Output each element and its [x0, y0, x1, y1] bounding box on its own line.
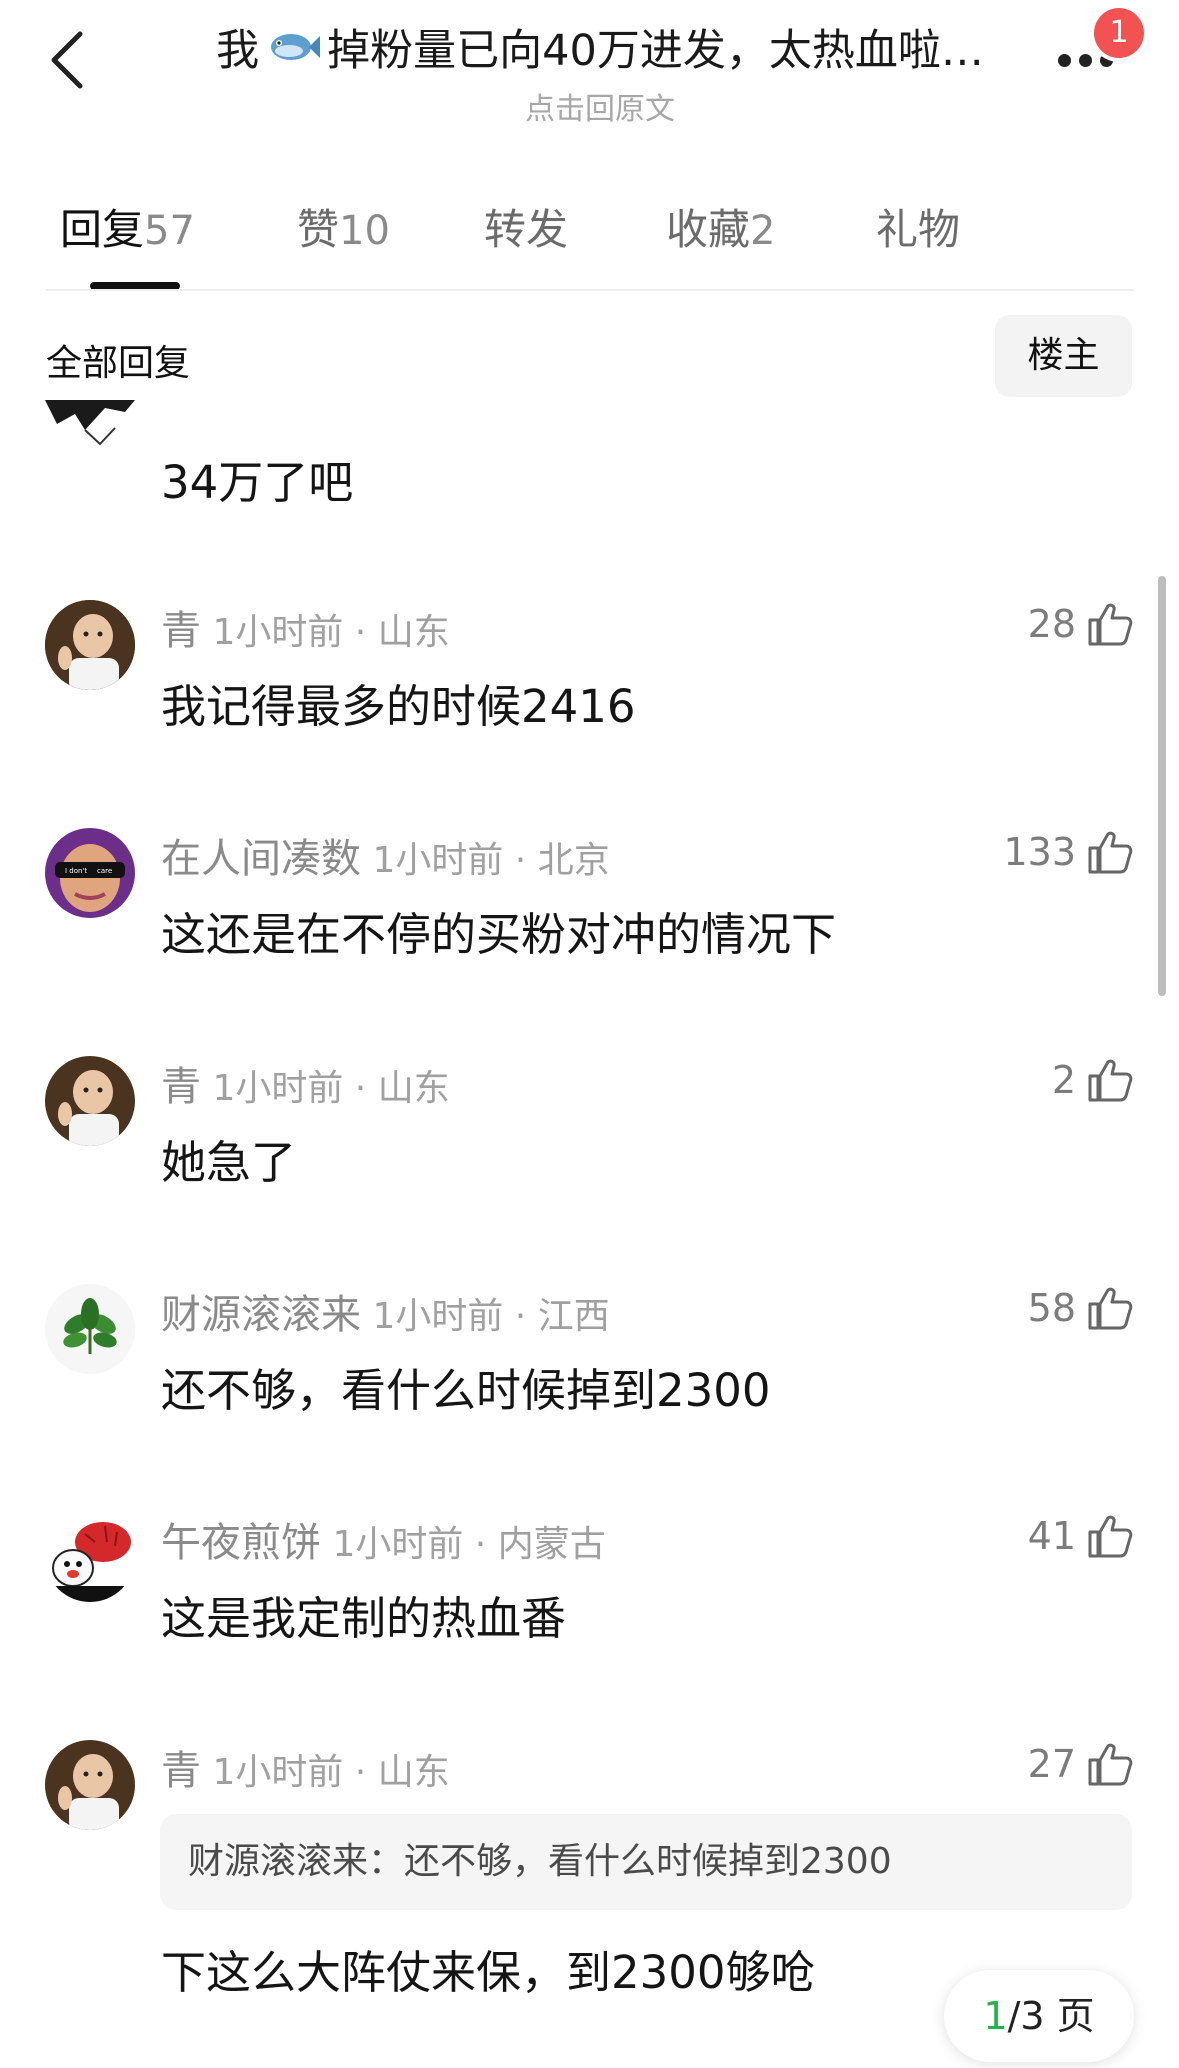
username[interactable]: 午夜煎饼 [161, 1520, 321, 1566]
username[interactable]: 财源滚滚来 [161, 1292, 361, 1338]
avatar[interactable] [45, 1056, 135, 1146]
divider [46, 289, 1134, 291]
avatar[interactable] [45, 1512, 135, 1602]
comment-text: 她急了 [161, 1136, 297, 1189]
username[interactable]: 青 [161, 1064, 201, 1110]
tab-likes[interactable]: 赞10 [297, 196, 390, 257]
comment-meta: 财源滚滚来 1小时前 · 江西 [161, 1292, 610, 1338]
tab-favorites[interactable]: 收藏2 [666, 196, 775, 257]
svg-text:care: care [97, 867, 112, 875]
like-button[interactable]: 58 [1028, 1284, 1134, 1332]
avatar[interactable]: I don't care [45, 828, 135, 918]
thumbs-up-icon [1088, 1059, 1133, 1102]
tab-reposts[interactable]: 转发 [484, 196, 568, 257]
comment-meta: 青 1小时前 · 山东 [161, 1064, 450, 1110]
like-button[interactable]: 41 [1028, 1512, 1134, 1560]
username[interactable]: 青 [161, 1748, 201, 1794]
thumbs-up-icon [1088, 1743, 1133, 1786]
post-title: 我 掉粉量已向40万进发，太热血啦… [216, 26, 984, 76]
avatar[interactable] [45, 400, 135, 450]
fish-icon [271, 34, 321, 60]
section-title: 全部回复 [46, 343, 191, 384]
comment-text: 这还是在不停的买粉对冲的情况下 [161, 908, 837, 961]
post-title-area[interactable]: 我 掉粉量已向40万进发，太热血啦… 点击回原文 [190, 16, 1010, 128]
back-arrow-icon[interactable] [48, 30, 88, 90]
avatar[interactable] [45, 600, 135, 690]
comment-meta: 青 1小时前 · 山东 [161, 1748, 450, 1794]
tab-replies[interactable]: 回复57 [60, 196, 195, 257]
avatar[interactable] [45, 1740, 135, 1830]
like-button[interactable]: 27 [1028, 1740, 1134, 1788]
comment-text: 下这么大阵仗来保，到2300够呛 [161, 1946, 816, 1999]
comment-text: 我记得最多的时候2416 [161, 680, 636, 733]
scrollbar[interactable] [1158, 576, 1166, 996]
page-indicator[interactable]: 1/3 页 [944, 1970, 1134, 2062]
comment-meta: 在人间凑数 1小时前 · 北京 [161, 836, 610, 882]
top-bar: 我 掉粉量已向40万进发，太热血啦… 点击回原文 1 [0, 0, 1179, 130]
quoted-reply[interactable]: 财源滚滚来：还不够，看什么时候掉到2300 [160, 1814, 1132, 1910]
back-to-post-link[interactable]: 点击回原文 [190, 84, 1010, 128]
username[interactable]: 在人间凑数 [161, 836, 361, 882]
thumbs-up-icon [1088, 1515, 1133, 1558]
comment-text: 还不够，看什么时候掉到2300 [161, 1364, 771, 1417]
tab-gifts[interactable]: 礼物 [876, 196, 960, 257]
comment-text: 这是我定制的热血番 [161, 1592, 567, 1645]
svg-text:I don't: I don't [65, 867, 87, 875]
thumbs-up-icon [1088, 831, 1133, 874]
like-button[interactable]: 28 [1028, 600, 1134, 648]
comment-meta: 午夜煎饼 1小时前 · 内蒙古 [161, 1520, 606, 1566]
notification-badge: 1 [1094, 8, 1144, 58]
thumbs-up-icon [1088, 1287, 1133, 1330]
thumbs-up-icon [1088, 603, 1133, 646]
like-button[interactable]: 2 [1052, 1056, 1134, 1104]
username[interactable]: 青 [161, 608, 201, 654]
comment-text: 34万了吧 [161, 456, 354, 509]
like-button[interactable]: 133 [1003, 828, 1134, 876]
comment-meta: 青 1小时前 · 山东 [161, 608, 450, 654]
avatar[interactable] [45, 1284, 135, 1374]
op-only-button[interactable]: 楼主 [995, 315, 1132, 397]
